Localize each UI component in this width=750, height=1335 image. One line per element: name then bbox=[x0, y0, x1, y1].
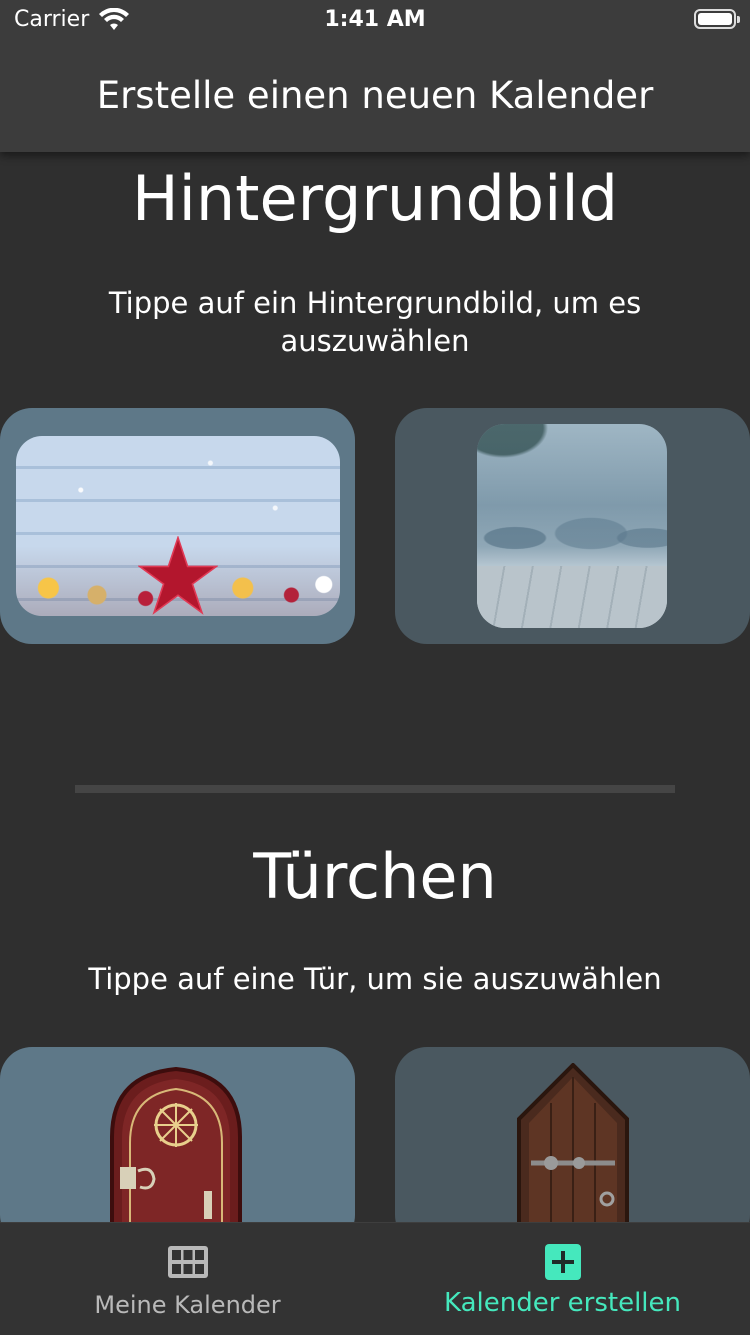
battery-icon bbox=[694, 9, 740, 29]
top-bar: Carrier 1:41 AM Erstelle einen neuen Kal… bbox=[0, 0, 750, 152]
door-section-subtitle: Tippe auf eine Tür, um sie auszuwählen bbox=[88, 962, 662, 996]
tab-label: Kalender erstellen bbox=[443, 1288, 682, 1318]
grid-icon bbox=[167, 1246, 208, 1278]
christmas-background-image bbox=[16, 436, 340, 616]
tab-label: Meine Kalender bbox=[94, 1291, 281, 1319]
background-option-1[interactable] bbox=[0, 408, 355, 644]
background-section-subtitle: Tippe auf ein Hintergrundbild, um es aus… bbox=[108, 286, 642, 358]
snowy-forest-background-image bbox=[477, 424, 667, 628]
dark-door-image bbox=[517, 1063, 629, 1247]
red-door-image bbox=[110, 1067, 242, 1247]
door-option-1[interactable] bbox=[0, 1047, 355, 1247]
background-section-title: Hintergrundbild bbox=[132, 162, 618, 235]
tab-meine-kalender[interactable]: Meine Kalender bbox=[0, 1223, 375, 1335]
plus-square-icon bbox=[544, 1244, 581, 1280]
clock: 1:41 AM bbox=[324, 7, 426, 32]
status-bar: Carrier 1:41 AM bbox=[0, 0, 750, 40]
page-title: Erstelle einen neuen Kalender bbox=[96, 74, 654, 117]
background-option-2[interactable] bbox=[395, 408, 750, 644]
tab-bar: Meine Kalender Kalender erstellen bbox=[0, 1222, 750, 1335]
door-section-title: Türchen bbox=[253, 840, 497, 913]
tab-kalender-erstellen[interactable]: Kalender erstellen bbox=[375, 1223, 750, 1335]
section-divider bbox=[75, 785, 675, 793]
door-option-2[interactable] bbox=[395, 1047, 750, 1247]
